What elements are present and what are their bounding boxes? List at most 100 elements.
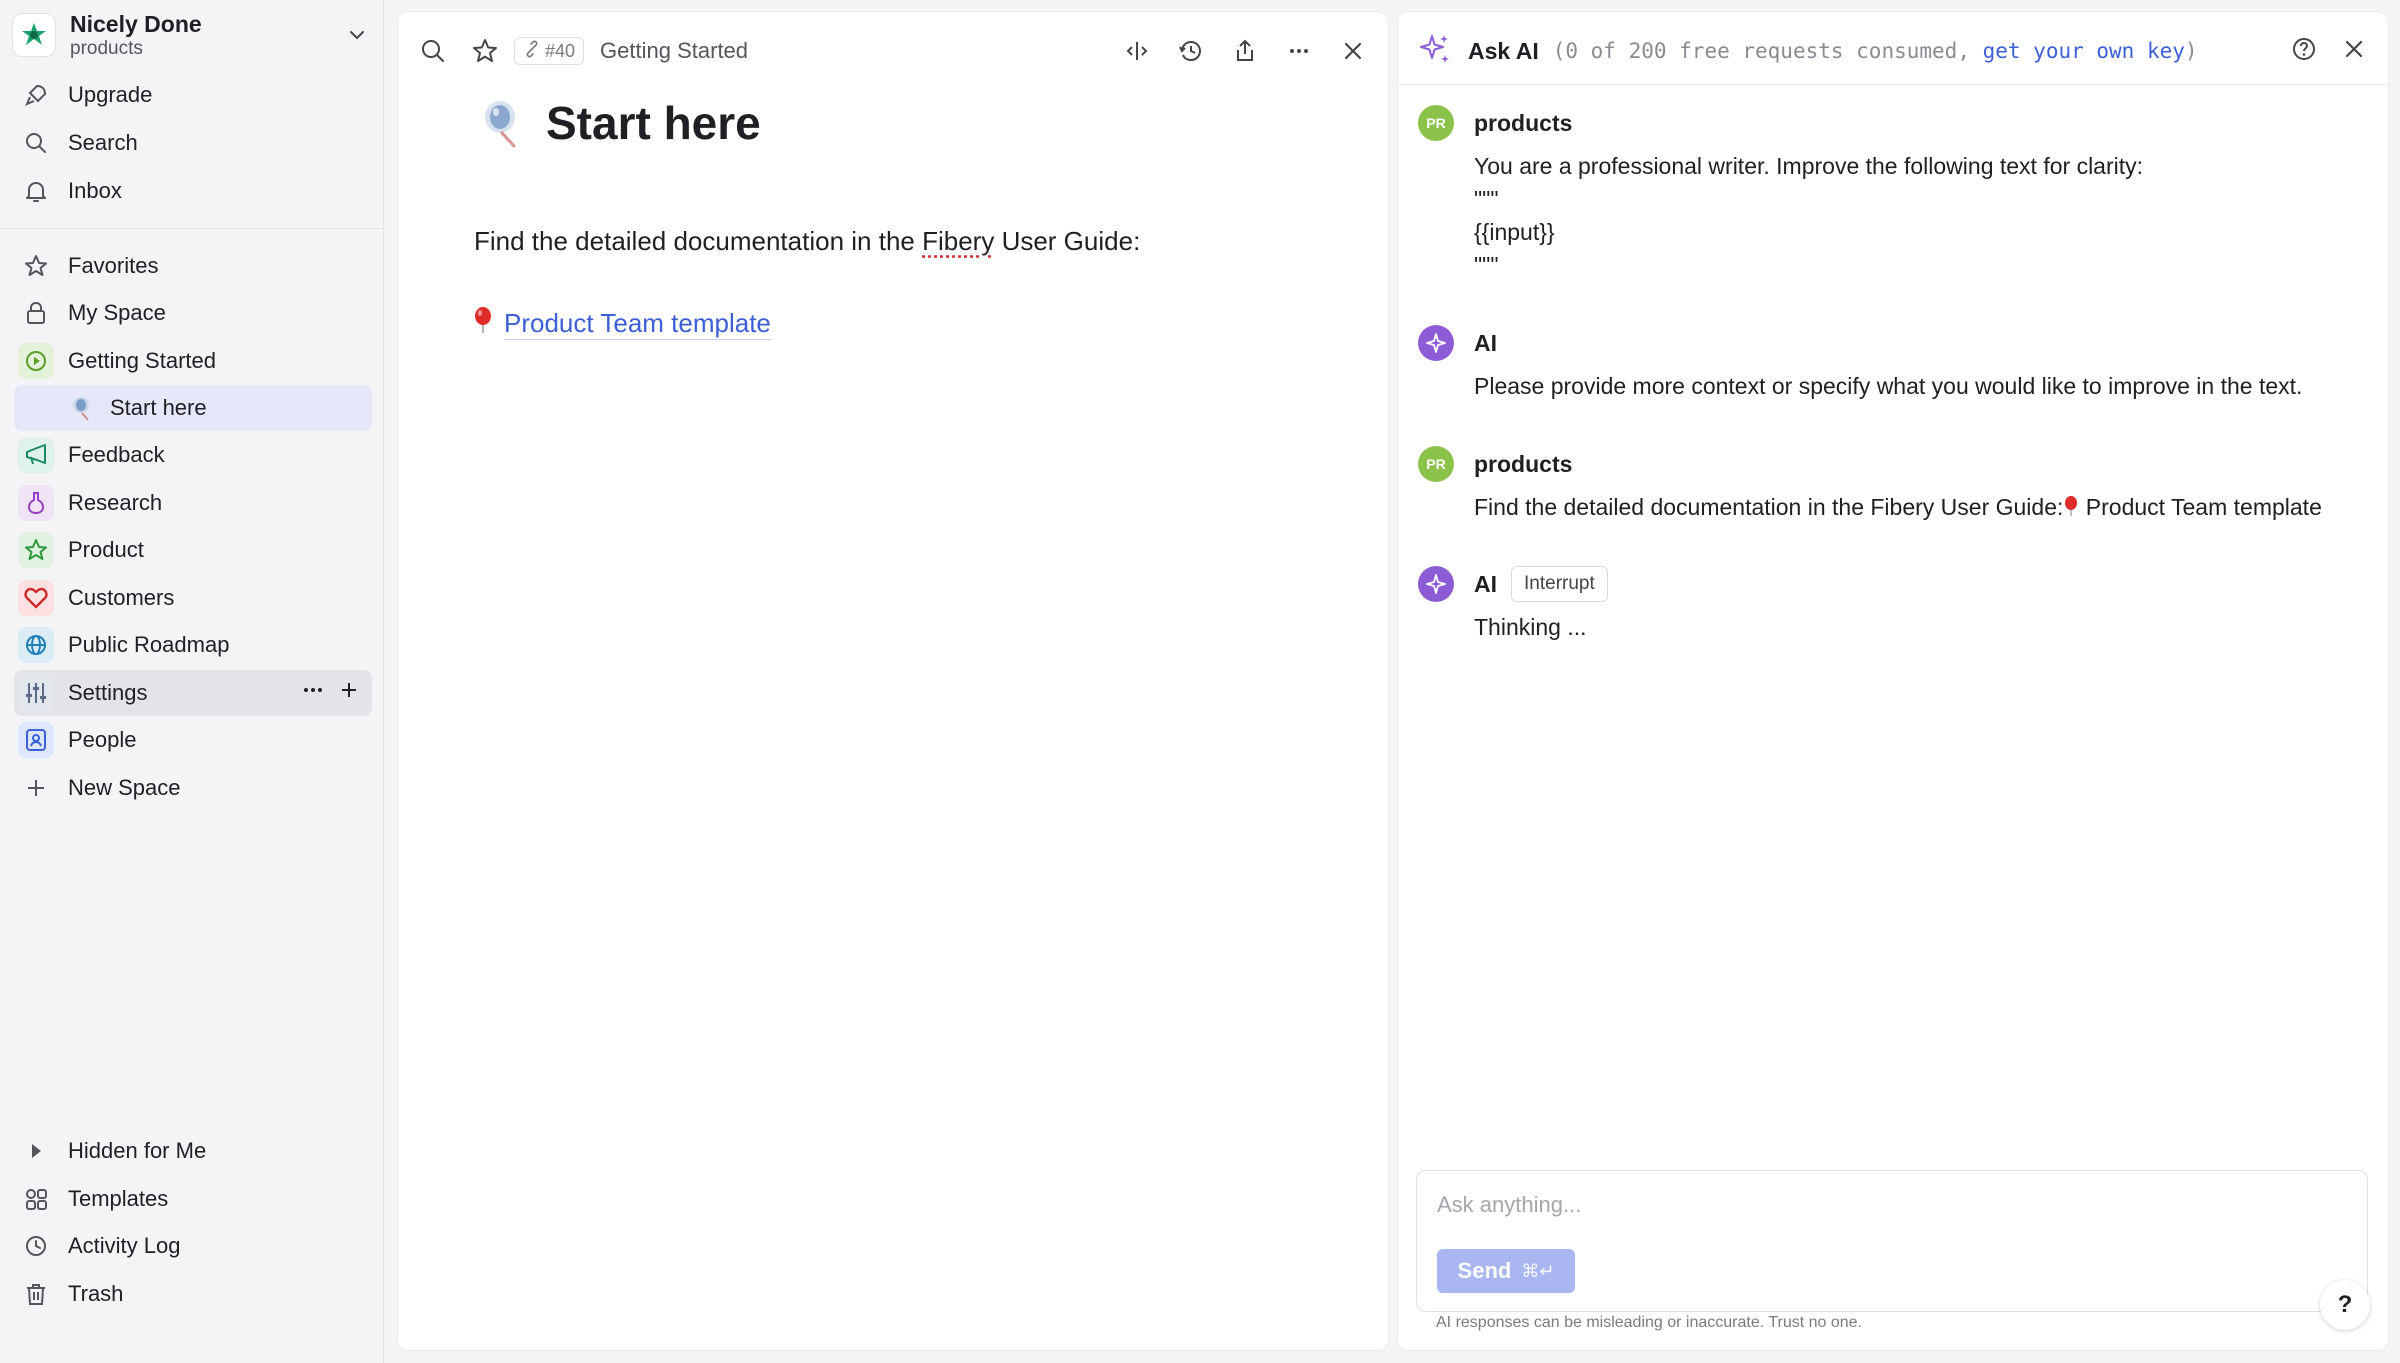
- ai-composer: Send ⌘↵: [1416, 1170, 2368, 1312]
- ai-avatar-icon: [1418, 566, 1454, 602]
- sidebar-item-upgrade[interactable]: Upgrade: [14, 72, 372, 118]
- expand-width-icon[interactable]: [1120, 34, 1154, 68]
- workspace-name: Nicely Done: [70, 11, 202, 37]
- page-emoji-icon[interactable]: [480, 98, 524, 148]
- workspace-switcher[interactable]: Nicely Done products: [12, 8, 372, 62]
- more-icon[interactable]: [1282, 34, 1316, 68]
- get-own-key-link[interactable]: get your own key: [1983, 39, 2185, 63]
- clock-icon: [18, 1228, 54, 1264]
- ai-disclaimer: AI responses can be misleading or inaccu…: [1436, 1314, 1863, 1331]
- sidebar-item-my-space[interactable]: My Space: [14, 290, 372, 336]
- search-icon: [18, 125, 54, 161]
- sidebar-item-product[interactable]: Product: [14, 527, 372, 573]
- sidebar-item-label: Hidden for Me: [68, 1138, 207, 1163]
- ask-input[interactable]: [1437, 1185, 2337, 1225]
- sidebar-item-label: Customers: [68, 585, 175, 610]
- page-title[interactable]: Start here: [480, 96, 761, 150]
- sidebar-item-feedback[interactable]: Feedback: [14, 432, 372, 478]
- help-button[interactable]: ?: [2320, 1280, 2370, 1330]
- star-icon: [18, 532, 54, 568]
- close-icon[interactable]: [2340, 35, 2368, 68]
- chat-message: PR products Find the detailed documentat…: [1418, 445, 2368, 524]
- sidebar-item-favorites[interactable]: Favorites: [14, 243, 372, 289]
- divider: [1398, 84, 2388, 85]
- sidebar-item-getting-started[interactable]: Getting Started: [14, 338, 372, 384]
- ai-panel-title: Ask AI: [1468, 37, 1539, 64]
- sidebar-item-label: Inbox: [68, 178, 122, 203]
- workspace-subtitle: products: [70, 38, 143, 59]
- play-icon: [18, 343, 54, 379]
- sidebar-item-inbox[interactable]: Inbox: [14, 168, 372, 214]
- workspace-logo-icon: [12, 13, 56, 57]
- more-icon[interactable]: [302, 679, 324, 707]
- chat-message: AI Interrupt Thinking ...: [1418, 565, 2368, 644]
- sidebar-item-public-roadmap[interactable]: Public Roadmap: [14, 622, 372, 668]
- sidebar-item-search[interactable]: Search: [14, 120, 372, 166]
- sidebar-item-settings[interactable]: Settings: [14, 670, 372, 716]
- person-badge-icon: [18, 722, 54, 758]
- sidebar-item-new-space[interactable]: New Space: [14, 765, 372, 811]
- sidebar-item-label: Research: [68, 490, 163, 515]
- triangle-right-icon: [18, 1133, 54, 1169]
- sidebar-item-label: Favorites: [68, 253, 159, 278]
- sidebar-item-label: Trash: [68, 1281, 124, 1306]
- sidebar-item-label: My Space: [68, 300, 166, 325]
- avatar: PR: [1418, 105, 1454, 141]
- sidebar-item-activity-log[interactable]: Activity Log: [14, 1223, 372, 1269]
- heart-icon: [18, 580, 54, 616]
- sidebar-item-label: People: [68, 727, 137, 752]
- document-paragraph[interactable]: Find the detailed documentation in the F…: [474, 226, 1140, 257]
- send-shortcut: ⌘↵: [1521, 1260, 1555, 1281]
- star-icon[interactable]: [468, 34, 502, 68]
- entity-link[interactable]: Product Team template: [472, 306, 771, 341]
- sidebar-item-label: Upgrade: [68, 82, 153, 107]
- sidebar-item-customers[interactable]: Customers: [14, 575, 372, 621]
- message-author: products: [1474, 109, 1573, 136]
- reference-chip[interactable]: #40: [514, 37, 585, 65]
- sidebar-item-start-here[interactable]: Start here: [14, 385, 372, 431]
- share-icon[interactable]: [1228, 34, 1262, 68]
- sidebar-item-label: Getting Started: [68, 348, 216, 373]
- document-toolbar: #40 Getting Started: [416, 30, 1370, 72]
- sidebar-item-trash[interactable]: Trash: [14, 1271, 372, 1317]
- sidebar-item-label: Product: [68, 537, 144, 562]
- close-icon[interactable]: [1336, 34, 1370, 68]
- breadcrumb[interactable]: Getting Started: [600, 38, 748, 64]
- quota-text: (0 of 200 free requests consumed,: [1552, 39, 1983, 63]
- globe-icon: [18, 627, 54, 663]
- sidebar-item-label: Feedback: [68, 442, 165, 467]
- sidebar: Nicely Done products Upgrade Search Inbo…: [0, 0, 384, 1363]
- link-icon: [523, 40, 541, 63]
- message-body: Thinking ...: [1474, 614, 1587, 640]
- page-title-text: Start here: [546, 97, 761, 149]
- search-icon[interactable]: [416, 34, 450, 68]
- misspelled-word: Fibery: [922, 226, 995, 256]
- balloon-icon: [472, 306, 494, 341]
- star-icon: [18, 248, 54, 284]
- reference-number: #40: [545, 40, 576, 61]
- send-button[interactable]: Send ⌘↵: [1437, 1249, 1575, 1293]
- balloon-icon: [2063, 494, 2079, 520]
- sidebar-item-hidden-for-me[interactable]: Hidden for Me: [14, 1128, 372, 1174]
- sidebar-item-research[interactable]: Research: [14, 480, 372, 526]
- chevron-down-icon[interactable]: [342, 20, 372, 50]
- sidebar-item-people[interactable]: People: [14, 717, 372, 763]
- ai-quota: (0 of 200 free requests consumed, get yo…: [1553, 39, 2198, 63]
- sidebar-divider: [0, 228, 384, 229]
- history-icon[interactable]: [1174, 34, 1208, 68]
- send-label: Send: [1457, 1258, 1512, 1283]
- ai-panel-header: Ask AI (0 of 200 free requests consumed,…: [1418, 30, 2368, 72]
- message-body: Please provide more context or specify w…: [1474, 373, 2303, 399]
- sidebar-item-label: Start here: [110, 395, 207, 420]
- help-icon[interactable]: [2290, 35, 2318, 68]
- plus-icon: [18, 770, 54, 806]
- message-body: Find the detailed documentation in the F…: [1474, 491, 2368, 524]
- interrupt-button[interactable]: Interrupt: [1511, 566, 1608, 602]
- sidebar-item-label: Search: [68, 130, 138, 155]
- sparkle-icon: [1418, 32, 1452, 71]
- message-body: You are a professional writer. Improve t…: [1474, 153, 2144, 278]
- message-author: AI: [1474, 329, 1497, 356]
- add-icon[interactable]: [338, 679, 360, 707]
- bell-icon: [18, 173, 54, 209]
- sidebar-item-templates[interactable]: Templates: [14, 1176, 372, 1222]
